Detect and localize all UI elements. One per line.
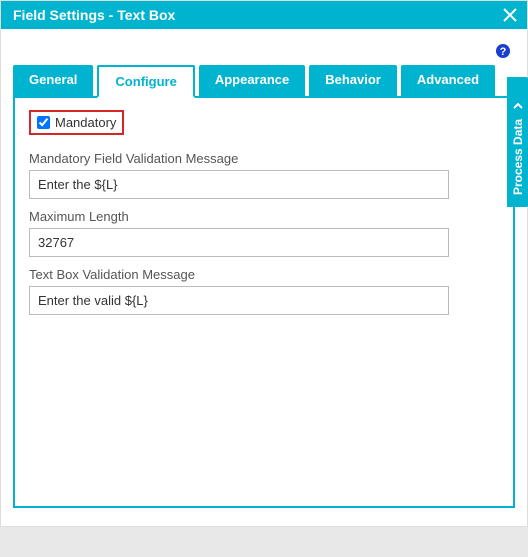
help-row: ?: [13, 39, 515, 65]
content-area: ? General Configure Appearance Behavior …: [1, 29, 527, 526]
mandatory-checkbox-row[interactable]: Mandatory: [29, 110, 124, 135]
tab-appearance[interactable]: Appearance: [199, 65, 305, 96]
tab-content-configure: Mandatory Mandatory Field Validation Mes…: [13, 98, 515, 508]
mandatory-checkbox[interactable]: [37, 116, 50, 129]
textbox-msg-input[interactable]: [29, 286, 449, 315]
tab-general[interactable]: General: [13, 65, 93, 96]
max-length-input[interactable]: [29, 228, 449, 257]
chevron-left-icon: [513, 99, 523, 113]
tab-behavior[interactable]: Behavior: [309, 65, 397, 96]
tab-advanced[interactable]: Advanced: [401, 65, 495, 96]
textbox-msg-label: Text Box Validation Message: [29, 267, 499, 282]
help-icon[interactable]: ?: [495, 43, 511, 59]
drawer-label: Process Data: [511, 119, 525, 195]
footer-spacer: [0, 527, 528, 557]
mandatory-msg-input[interactable]: [29, 170, 449, 199]
titlebar: Field Settings - Text Box: [1, 1, 527, 29]
process-data-drawer[interactable]: Process Data: [507, 77, 528, 207]
svg-text:?: ?: [500, 46, 507, 58]
mandatory-msg-label: Mandatory Field Validation Message: [29, 151, 499, 166]
tab-bar: General Configure Appearance Behavior Ad…: [13, 65, 515, 98]
close-icon[interactable]: [503, 8, 517, 22]
dialog-window: Field Settings - Text Box ? General Conf…: [0, 0, 528, 527]
max-length-label: Maximum Length: [29, 209, 499, 224]
tab-configure[interactable]: Configure: [97, 65, 194, 98]
mandatory-label: Mandatory: [55, 115, 116, 130]
window-title: Field Settings - Text Box: [13, 7, 175, 23]
